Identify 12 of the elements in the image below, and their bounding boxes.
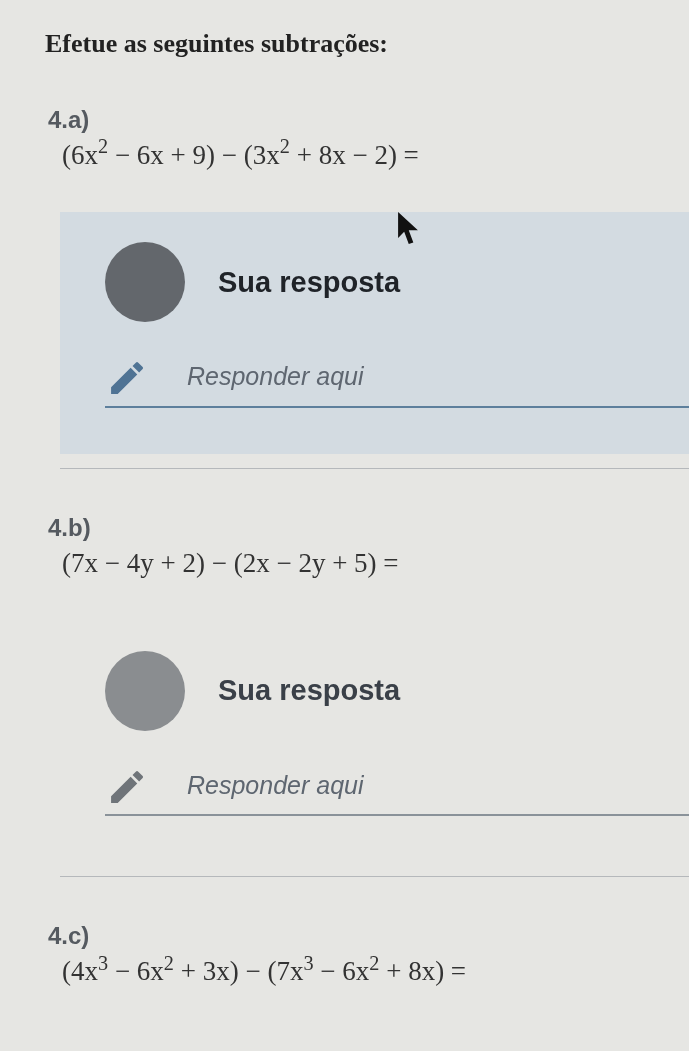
pencil-icon — [111, 362, 143, 395]
math-expression: (7x − 4y + 2) − (2x − 2y + 5) = — [61, 546, 400, 580]
math-expression: (4x$^{3}$ − 6x$^{2}$ + 3x) − (7x$^{3}$ − 6x$^{2}$ + 8x) = — [61, 955, 468, 988]
math-expression: (6x$^{2}$ − 6x + 9) − (3x$^{2}$ + 8x − 2) = — [61, 138, 420, 172]
question-number: 4.a) — [47, 104, 91, 135]
pencil-icon — [111, 770, 143, 803]
page-title: Efetue as seguintes subtrações: — [44, 28, 390, 60]
mouse-pointer-icon — [398, 212, 418, 244]
question-number: 4.b) — [47, 512, 92, 543]
answer-heading: Sua resposta — [218, 267, 401, 297]
question-number: 4.c) — [47, 921, 91, 951]
answer-heading: Sua resposta — [218, 676, 401, 705]
